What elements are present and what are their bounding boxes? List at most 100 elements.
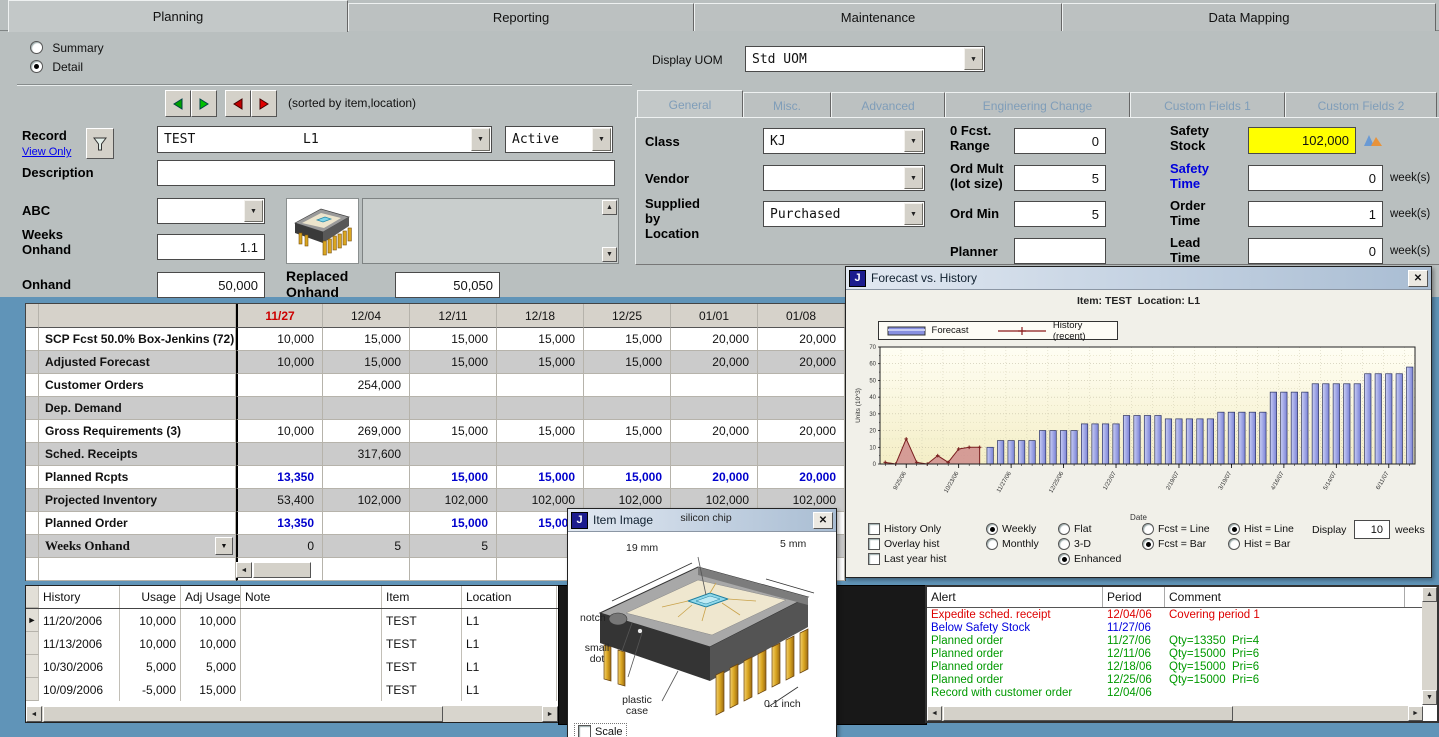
plan-grid-cell[interactable] [584,397,671,420]
history-cell[interactable]: L1 [462,678,557,701]
checkbox-overlay-hist[interactable]: Overlay hist [868,536,946,551]
plan-grid-cell[interactable]: 13,350 [236,466,323,489]
history-col-header[interactable]: Note [241,586,382,608]
radio-fcst-bar[interactable]: Fcst = Bar [1142,536,1210,551]
checkbox-icon[interactable] [868,538,880,550]
scroll-left-icon[interactable]: ◄ [236,562,252,578]
plan-grid-cell[interactable] [410,374,497,397]
history-col-header[interactable]: Location [462,586,557,608]
plan-grid-cell[interactable] [584,443,671,466]
plan-grid-cell[interactable] [758,374,845,397]
row-marker-cell[interactable] [26,466,39,489]
alert-row[interactable]: Below Safety Stock11/27/06 [927,621,1437,634]
history-cell[interactable]: 10,000 [120,632,181,655]
history-col-header[interactable]: Usage [120,586,181,608]
history-cell[interactable]: TEST [382,609,462,632]
plan-grid-cell[interactable]: 317,600 [323,443,410,466]
plan-grid-cell[interactable]: 20,000 [671,351,758,374]
history-cell[interactable]: 10,000 [181,632,241,655]
row-marker-cell[interactable] [26,328,39,351]
radio-icon[interactable] [986,538,998,550]
plan-grid-col-header[interactable]: 12/11 [410,304,497,328]
plan-grid-row-label[interactable]: Weeks Onhand▼ [39,535,236,558]
history-cell[interactable]: L1 [462,609,557,632]
plan-grid-cell[interactable]: 15,000 [497,420,584,443]
replaced-onhand-input[interactable]: 50,050 [395,272,500,298]
radio-icon[interactable] [1142,523,1154,535]
scale-checkbox-box[interactable] [578,725,591,737]
plan-grid-cell[interactable] [236,374,323,397]
plan-grid-cell[interactable] [497,374,584,397]
plan-grid-cell[interactable]: 20,000 [671,466,758,489]
scroll-down-icon[interactable]: ▼ [602,247,617,262]
row-marker-cell[interactable] [26,655,39,678]
ord-min-input[interactable]: 5 [1014,201,1106,227]
plan-grid-cell[interactable]: 20,000 [758,351,845,374]
row-marker-cell[interactable] [26,420,39,443]
alert-row[interactable]: Planned order12/11/06Qty=15000 Pri=6 [927,647,1437,660]
plan-grid-cell[interactable]: 10,000 [236,420,323,443]
history-cell[interactable] [241,655,382,678]
item-notes-area[interactable]: ▲ ▼ [362,198,619,264]
alert-vscrollbar[interactable]: ▲ ▼ [1422,587,1437,705]
plan-grid-cell[interactable]: 20,000 [758,328,845,351]
scroll-left-icon[interactable]: ◄ [26,706,42,722]
scroll-right-icon[interactable]: ► [542,706,558,722]
dtab-custom-fields-2[interactable]: Custom Fields 2 [1285,92,1437,118]
scroll-right-icon[interactable]: ► [1408,706,1423,721]
history-cell[interactable] [241,609,382,632]
close-icon[interactable]: ✕ [813,512,833,529]
item-thumbnail[interactable] [286,198,359,264]
scrollbar-thumb[interactable] [253,562,311,578]
history-col-header[interactable]: Item [382,586,462,608]
plan-grid-cell[interactable] [758,397,845,420]
alert-col-header[interactable]: Alert [927,587,1103,607]
plan-grid-cell[interactable] [410,397,497,420]
history-cell[interactable]: 10,000 [120,609,181,632]
alert-row[interactable]: Record with customer order12/04/06 [927,686,1437,699]
radio-hist-line[interactable]: Hist = Line [1228,521,1294,536]
alert-col-header[interactable]: Comment [1165,587,1405,607]
plan-grid-cell[interactable]: 0 [236,535,323,558]
plan-grid-cell[interactable]: 53,400 [236,489,323,512]
radio-enhanced[interactable]: Enhanced [1058,551,1121,566]
forecast-window-titlebar[interactable]: J Forecast vs. History ✕ [846,267,1431,290]
record-status-dropdown[interactable]: Active ▼ [505,126,613,153]
alert-row[interactable]: Planned order12/18/06Qty=15000 Pri=6 [927,660,1437,673]
order-time-input[interactable]: 1 [1248,201,1383,227]
plan-grid-cell[interactable]: 15,000 [497,328,584,351]
plan-grid-col-header[interactable]: 11/27 [236,304,323,328]
plan-grid-cell[interactable]: 15,000 [410,512,497,535]
plan-grid-cell[interactable]: 15,000 [584,351,671,374]
radio-weekly[interactable]: Weekly [986,521,1039,536]
scrollbar-thumb[interactable] [943,706,1233,721]
close-icon[interactable]: ✕ [1408,270,1428,287]
plan-grid-cell[interactable]: 15,000 [323,351,410,374]
plan-grid-cell[interactable] [671,443,758,466]
plan-grid-cell[interactable]: 5 [410,535,497,558]
history-cell[interactable]: TEST [382,655,462,678]
history-cell[interactable]: L1 [462,655,557,678]
history-cell[interactable]: TEST [382,678,462,701]
plan-grid-cell[interactable] [497,397,584,420]
row-marker-cell[interactable] [26,678,39,701]
alert-row[interactable]: Expedite sched. receipt12/04/06Covering … [927,608,1437,621]
scroll-up-icon[interactable]: ▲ [602,200,617,215]
alert-hscrollbar[interactable]: ◄ ► [927,706,1423,721]
abc-dropdown[interactable]: ▼ [157,198,265,224]
chevron-down-icon[interactable]: ▼ [471,128,490,151]
plan-grid-cell[interactable]: 15,000 [410,466,497,489]
plan-grid-cell[interactable]: 20,000 [758,466,845,489]
weeks-onhand-input[interactable]: 1.1 [157,234,265,260]
history-col-header[interactable]: History [39,586,120,608]
plan-grid-cell[interactable] [671,397,758,420]
checkbox-last-year-hist[interactable]: Last year hist [868,551,946,566]
dtab-engineering-change[interactable]: Engineering Change [945,92,1130,118]
vendor-dropdown[interactable]: ▼ [763,165,925,191]
plan-grid-hscrollbar[interactable]: ◄ [236,562,326,579]
view-only-link[interactable]: View Only [22,146,71,158]
history-hscrollbar[interactable]: ◄ ► [26,706,558,722]
plan-grid-cell[interactable]: 10,000 [236,351,323,374]
plan-grid-cell[interactable]: 20,000 [671,420,758,443]
plan-grid-cell[interactable] [758,443,845,466]
